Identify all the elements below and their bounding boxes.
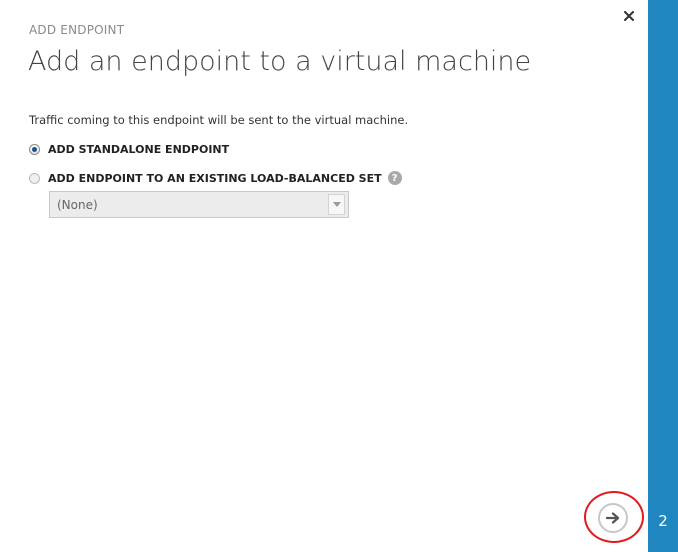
- select-value: (None): [57, 197, 98, 212]
- close-button[interactable]: [621, 8, 637, 24]
- load-balanced-radio[interactable]: [29, 172, 40, 184]
- page-title: Add an endpoint to a virtual machine: [28, 46, 532, 77]
- chevron-down-icon[interactable]: [328, 194, 345, 215]
- next-button[interactable]: [598, 503, 628, 533]
- wizard-step-rail: 2: [648, 0, 678, 552]
- standalone-endpoint-radio[interactable]: [29, 144, 40, 155]
- add-endpoint-dialog: ADD ENDPOINT Add an endpoint to a virtua…: [0, 0, 648, 552]
- standalone-endpoint-option[interactable]: ADD STANDALONE ENDPOINT: [29, 143, 229, 156]
- step-number: 2: [658, 512, 668, 530]
- dialog-eyebrow: ADD ENDPOINT: [29, 23, 125, 37]
- arrow-right-icon: [606, 512, 620, 524]
- description-text: Traffic coming to this endpoint will be …: [29, 113, 409, 127]
- load-balanced-option[interactable]: ADD ENDPOINT TO AN EXISTING LOAD-BALANCE…: [29, 171, 402, 185]
- load-balanced-set-select[interactable]: (None): [49, 191, 349, 218]
- close-icon: [624, 11, 634, 21]
- standalone-endpoint-label: ADD STANDALONE ENDPOINT: [48, 143, 230, 156]
- help-icon[interactable]: ?: [387, 171, 402, 185]
- load-balanced-label: ADD ENDPOINT TO AN EXISTING LOAD-BALANCE…: [48, 171, 382, 185]
